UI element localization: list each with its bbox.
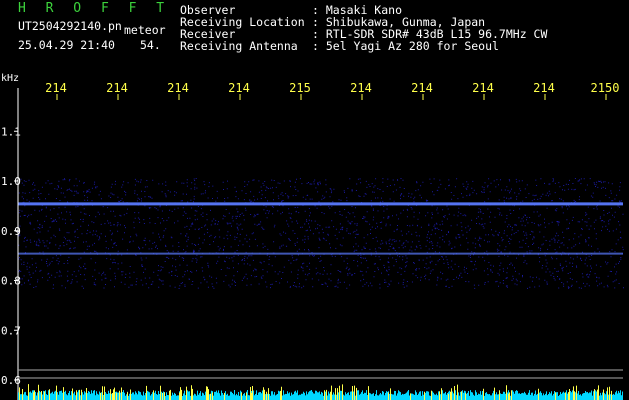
x-tick-label-4: 215: [289, 81, 311, 95]
x-tick-label-9: 2150: [591, 81, 620, 95]
y-tick-label-4: 0.7: [1, 324, 21, 337]
y-tick-label-1: 1.0: [1, 175, 21, 188]
y-tick-label-2: 0.9: [1, 225, 21, 238]
x-tick-label-3: 214: [228, 81, 250, 95]
y-tick-label-0: 1.1: [1, 125, 21, 138]
spectrogram-chart: 1.1 1.0 0.9 0.8 0.7 0.6 214 214 214 214 215 214 214 2…: [1, 81, 624, 400]
x-tick-label-5: 214: [350, 81, 372, 95]
x-tick-label-6: 214: [411, 81, 433, 95]
noise-dots: [18, 178, 624, 289]
y-tick-label-3: 0.8: [1, 275, 21, 288]
signal-line-1: [18, 202, 623, 206]
x-tick-label-8: 214: [533, 81, 555, 95]
x-tick-label-1: 214: [106, 81, 128, 95]
y-tick-label-5: 0.6: [1, 374, 21, 387]
power-bars: [18, 390, 623, 400]
noise-field: [18, 178, 624, 289]
x-tick-label-7: 214: [472, 81, 494, 95]
x-tick-label-0: 214: [45, 81, 67, 95]
x-tick-label-2: 214: [167, 81, 189, 95]
signal-line-2: [18, 252, 623, 255]
